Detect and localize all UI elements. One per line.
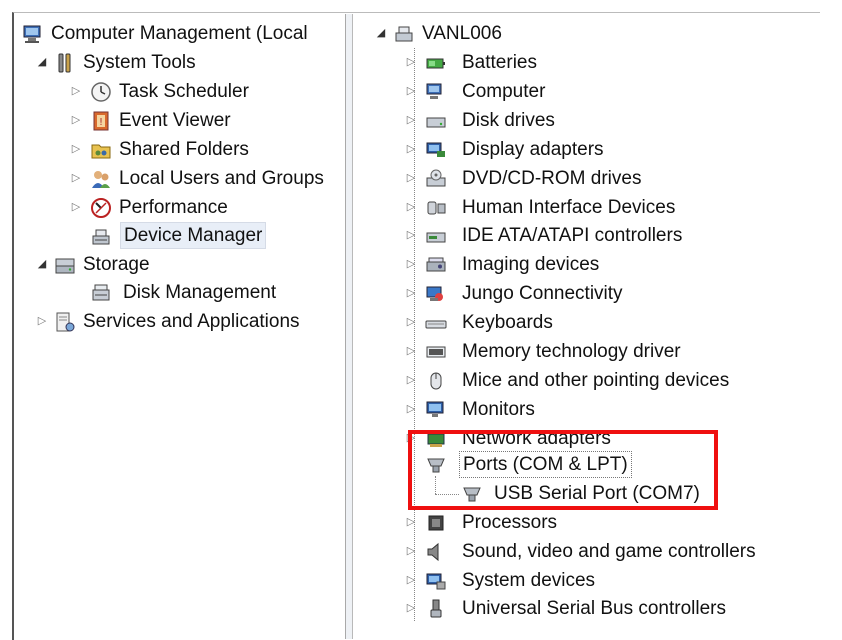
tree-label: System Tools [83, 52, 196, 73]
expand-triangle-icon[interactable]: ▷ [70, 136, 82, 163]
users-icon [92, 171, 110, 188]
expand-triangle-icon[interactable]: ▷ [405, 338, 417, 365]
expand-triangle-icon[interactable]: ▷ [405, 78, 417, 105]
tree-label: IDE ATA/ATAPI controllers [462, 225, 683, 247]
mouse-icon [430, 372, 442, 390]
clock-icon [91, 82, 111, 102]
tree-label: Storage [83, 254, 150, 275]
speaker-icon [427, 542, 439, 561]
tree-label: Processors [462, 512, 558, 533]
tree-label: DVD/CD-ROM drives [462, 167, 642, 189]
expand-triangle-icon[interactable]: ▷ [405, 107, 417, 134]
expand-triangle-icon[interactable]: ▷ [70, 194, 82, 221]
jungo-icon [426, 286, 443, 302]
tree-label: Computer [462, 80, 546, 102]
tree-label: Sound, video and game controllers [462, 540, 756, 562]
tree-label: Disk Management [123, 282, 277, 303]
computer-icon [426, 83, 442, 99]
expand-triangle-icon[interactable]: ▷ [405, 309, 417, 336]
usb-icon [430, 599, 442, 618]
expand-triangle-icon[interactable]: ▷ [70, 165, 82, 192]
expand-triangle-icon[interactable]: ▷ [405, 165, 417, 192]
performance-icon [91, 198, 111, 218]
expand-triangle-icon[interactable]: ▷ [70, 107, 82, 134]
expand-triangle-icon[interactable]: ▷ [405, 280, 417, 307]
hid-icon [427, 201, 446, 214]
collapse-triangle-icon[interactable]: ◢ [36, 251, 48, 278]
tree-label: Device Manager [120, 222, 267, 249]
device-tree-pane: ◢ VANL006 ▷ Batteries ▷ Computer ▷ Disk drive… [353, 14, 819, 639]
disk-management-icon [92, 284, 110, 301]
tree-label: Services and Applications [83, 311, 300, 332]
tree-label: Keyboards [462, 312, 553, 334]
storage-icon [55, 258, 75, 274]
expand-triangle-icon[interactable]: ▷ [36, 308, 48, 335]
computer-management-icon [23, 25, 41, 43]
event-viewer-icon: ! [93, 111, 109, 131]
expand-triangle-icon[interactable]: ▷ [405, 222, 417, 249]
red-highlight-box [408, 430, 718, 510]
expand-triangle-icon[interactable]: ▷ [405, 49, 417, 76]
tree-label: Mice and other pointing devices [462, 369, 730, 391]
keyboard-icon [425, 320, 447, 329]
device-manager-icon [92, 229, 110, 245]
pane-splitter[interactable] [346, 14, 353, 639]
memory-icon [426, 346, 446, 358]
tree-label: Jungo Connectivity [462, 283, 623, 305]
tree-label: System devices [462, 569, 596, 591]
battery-icon [426, 58, 445, 69]
tree-label: Universal Serial Bus controllers [462, 598, 726, 620]
tree-label: Human Interface Devices [462, 196, 676, 218]
expand-triangle-icon[interactable]: ▷ [405, 136, 417, 163]
collapse-triangle-icon[interactable]: ◢ [375, 20, 387, 47]
imaging-device-icon [426, 257, 446, 272]
expand-triangle-icon[interactable]: ▷ [405, 509, 417, 536]
expand-triangle-icon[interactable]: ▷ [405, 567, 417, 594]
svg-text:!: ! [99, 117, 103, 128]
expand-triangle-icon[interactable]: ▷ [405, 396, 417, 423]
tree-label: Event Viewer [119, 110, 231, 131]
optical-drive-icon [426, 169, 446, 187]
tree-label: Batteries [462, 52, 537, 73]
expand-triangle-icon[interactable]: ▷ [70, 78, 82, 105]
expand-triangle-icon[interactable]: ▷ [405, 367, 417, 394]
services-icon [56, 312, 75, 332]
system-devices-icon [426, 573, 446, 590]
monitor-icon [426, 401, 444, 417]
tree-label: Imaging devices [462, 254, 600, 276]
tree-label: Disk drives [462, 109, 555, 131]
console-tree-pane: Computer Management (Local ◢ System Tool… [14, 14, 346, 639]
ide-controller-icon [426, 232, 446, 243]
computer-icon [395, 26, 413, 42]
tree-label: Memory technology driver [462, 341, 681, 362]
tree-label: Display adapters [462, 138, 604, 160]
expand-triangle-icon[interactable]: ▷ [405, 595, 417, 622]
tree-label: Task Scheduler [119, 81, 249, 102]
expand-triangle-icon[interactable]: ▷ [405, 538, 417, 565]
tree-label: VANL006 [422, 23, 502, 44]
display-adapter-icon [426, 142, 445, 157]
disk-drive-icon [426, 117, 446, 128]
collapse-triangle-icon[interactable]: ◢ [36, 49, 48, 76]
tree-label: Shared Folders [119, 139, 249, 160]
tree-label: Computer Management (Local [51, 23, 308, 44]
expand-triangle-icon[interactable]: ▷ [405, 194, 417, 221]
tree-label: Performance [119, 197, 228, 218]
shared-folder-icon [91, 144, 111, 159]
processor-icon [428, 515, 444, 531]
tree-label: Monitors [462, 398, 535, 420]
expand-triangle-icon[interactable]: ▷ [405, 251, 417, 278]
tree-label: Local Users and Groups [119, 168, 324, 189]
tools-icon [58, 53, 71, 73]
